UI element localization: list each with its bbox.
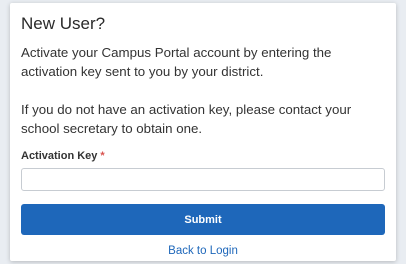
submit-button[interactable]: Submit xyxy=(21,204,385,235)
card-title: New User? xyxy=(21,14,106,33)
activation-instructions: Activate your Campus Portal account by e… xyxy=(21,45,332,79)
activation-key-input[interactable] xyxy=(21,168,385,191)
no-key-instructions: If you do not have an activation key, pl… xyxy=(21,102,352,136)
back-to-login-link[interactable]: Back to Login xyxy=(21,244,385,258)
required-marker: * xyxy=(100,150,105,162)
activation-key-label: Activation Key * xyxy=(21,149,385,163)
activation-key-label-text: Activation Key xyxy=(21,150,98,162)
new-user-card: New User? Activate your Campus Portal ac… xyxy=(10,3,396,261)
